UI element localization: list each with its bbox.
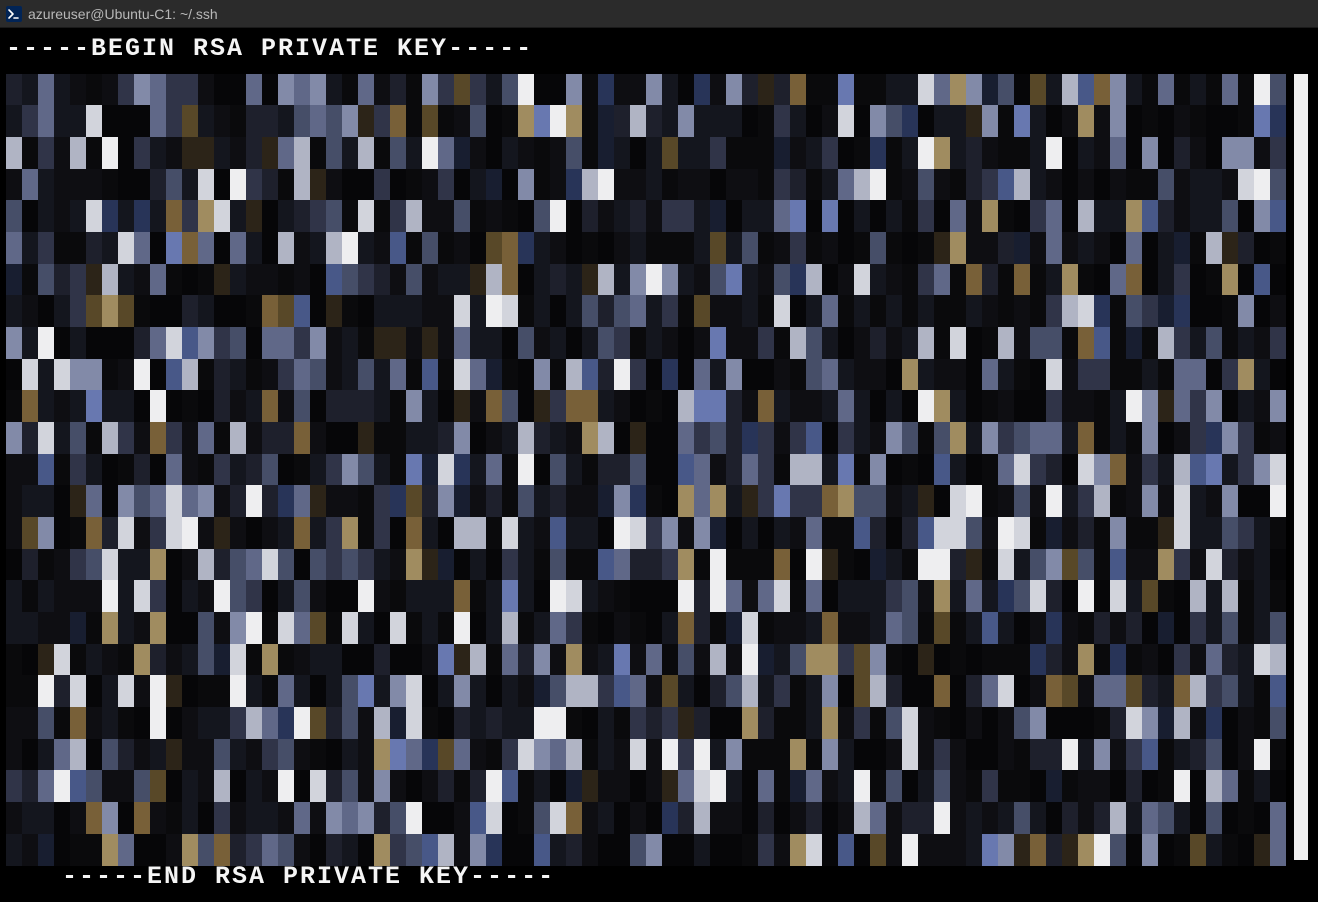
terminal-viewport[interactable]: -----BEGIN RSA PRIVATE KEY----- -----END… [0, 28, 1318, 902]
window-title: azureuser@Ubuntu-C1: ~/.ssh [28, 6, 218, 22]
obscured-key-body [6, 74, 1286, 866]
window-titlebar: azureuser@Ubuntu-C1: ~/.ssh [0, 0, 1318, 28]
scrollbar[interactable] [1294, 74, 1308, 860]
pem-begin-line: -----BEGIN RSA PRIVATE KEY----- [6, 34, 533, 64]
pem-end-line: -----END RSA PRIVATE KEY----- [62, 862, 555, 892]
powershell-icon [6, 6, 22, 22]
